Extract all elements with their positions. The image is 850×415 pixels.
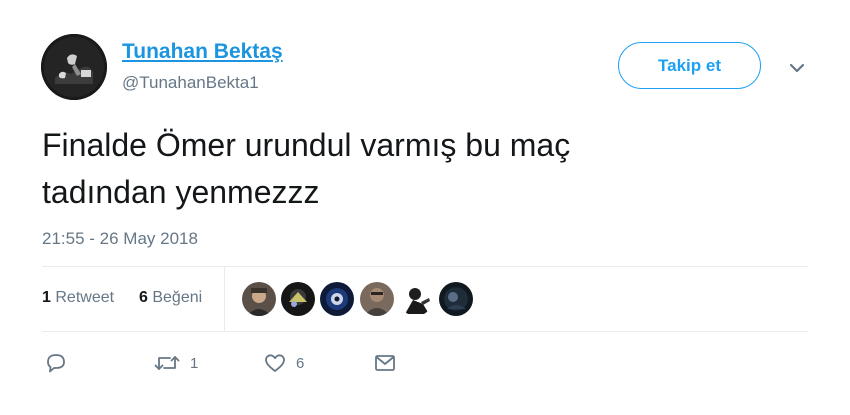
retweet-button[interactable]: 1 [153, 349, 198, 377]
divider [42, 331, 808, 332]
retweet-stat-label: Retweet [55, 289, 115, 306]
like-stat[interactable]: 6 Beğeni [139, 289, 202, 307]
user-display-name[interactable]: Tunahan Bektaş [122, 40, 283, 64]
reply-icon [47, 354, 65, 373]
tweet-text: Finalde Ömer urundul varmış bu maç tadın… [42, 122, 762, 216]
liker-avatar[interactable] [320, 282, 354, 316]
tweet-text-line: tadından yenmezzz [42, 174, 320, 210]
like-count: 6 [296, 354, 305, 372]
retweet-stat[interactable]: 1 Retweet [42, 289, 114, 307]
stats-divider [224, 267, 225, 331]
direct-message-button[interactable] [373, 349, 397, 377]
profile-avatar[interactable] [41, 34, 107, 100]
liker-avatar[interactable] [360, 282, 394, 316]
like-stat-count: 6 [139, 289, 148, 306]
retweet-icon [154, 356, 180, 370]
chevron-down-icon[interactable] [786, 57, 808, 79]
like-stat-label: Beğeni [152, 289, 203, 306]
liker-avatar[interactable] [439, 282, 473, 316]
tweet-card: Tunahan Bektaş @TunahanBekta1 Takip et F… [0, 0, 850, 415]
follow-button[interactable]: Takip et [618, 42, 761, 89]
reply-button[interactable] [44, 349, 68, 377]
tweet-timestamp[interactable]: 21:55 - 26 May 2018 [42, 229, 198, 249]
retweet-count: 1 [190, 354, 199, 372]
envelope-icon [375, 355, 395, 371]
liker-avatar[interactable] [281, 282, 315, 316]
liker-avatar[interactable] [399, 282, 433, 316]
like-button[interactable]: 6 [263, 349, 304, 377]
user-handle: @TunahanBekta1 [122, 73, 259, 92]
divider [42, 266, 808, 267]
tweet-text-line: Finalde Ömer urundul varmış bu maç [42, 127, 571, 163]
retweet-stat-count: 1 [42, 289, 51, 306]
avatar-image [41, 34, 107, 100]
heart-icon [265, 354, 285, 372]
liker-avatar[interactable] [242, 282, 276, 316]
